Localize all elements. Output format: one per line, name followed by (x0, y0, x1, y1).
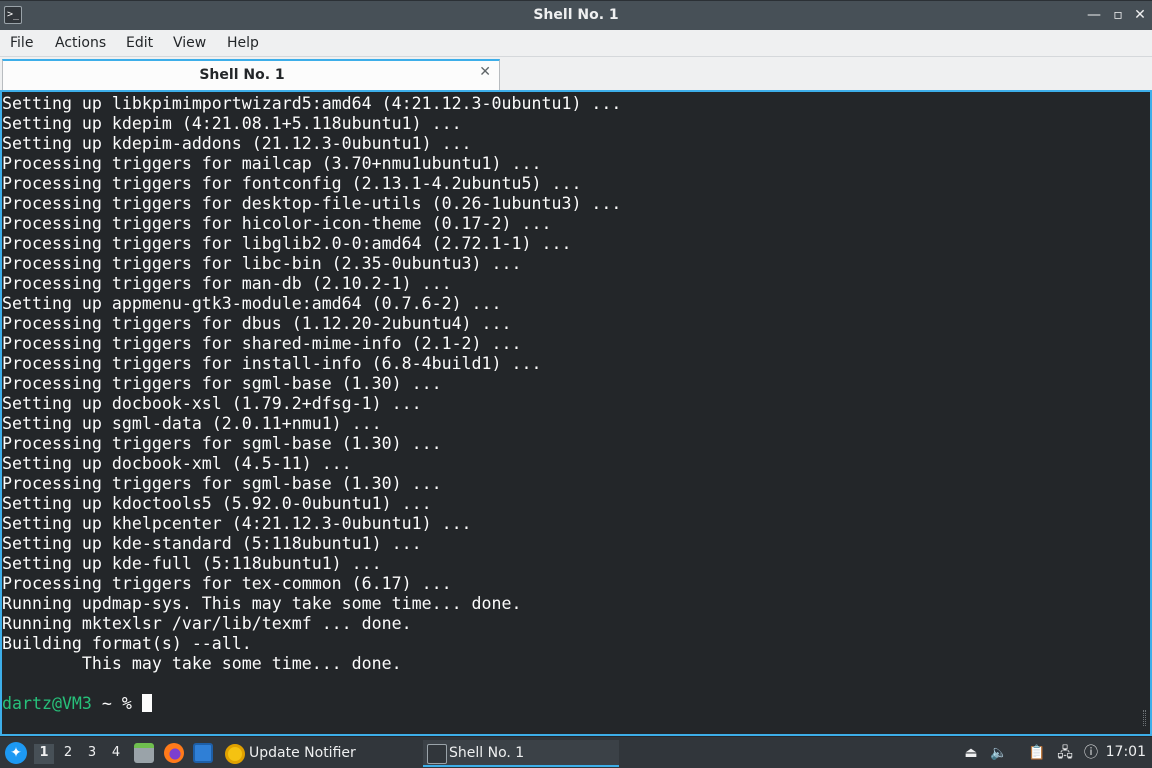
menubar: File Actions Edit View Help (0, 30, 1152, 57)
terminal-line: Processing triggers for man-db (2.10.2-1… (2, 274, 452, 293)
window-titlebar[interactable]: >_ Shell No. 1 — ▫ ✕ (0, 0, 1152, 30)
clipboard-icon[interactable]: 📋 (1028, 744, 1046, 762)
taskbar: ✦ 1 2 3 4 Update Notifier Shell No. 1 ⏏ … (0, 736, 1152, 768)
tab-shell-1[interactable]: Shell No. 1 ✕ (2, 59, 500, 90)
menu-edit[interactable]: Edit (126, 35, 153, 51)
terminal-line: Setting up docbook-xsl (1.79.2+dfsg-1) .… (2, 394, 422, 413)
terminal-line: Setting up sgml-data (2.0.11+nmu1) ... (2, 414, 382, 433)
clock[interactable]: 17:01 (1106, 744, 1146, 760)
terminal-line: Processing triggers for dbus (1.12.20-2u… (2, 314, 512, 333)
desktop-4[interactable]: 4 (106, 744, 126, 764)
desktop-icon[interactable] (193, 743, 213, 763)
terminal-prompt[interactable]: dartz@VM3 ~ % (2, 694, 1138, 714)
prompt-user-host: dartz@VM3 (2, 694, 92, 713)
tab-label: Shell No. 1 (199, 67, 285, 83)
terminal-line: Running mktexlsr /var/lib/texmf ... done… (2, 614, 412, 633)
terminal-line: Setting up kdoctools5 (5.92.0-0ubuntu1) … (2, 494, 432, 513)
terminal-line: Setting up kdepim-addons (21.12.3-0ubunt… (2, 134, 472, 153)
terminal-line: Processing triggers for libglib2.0-0:amd… (2, 234, 572, 253)
volume-icon[interactable]: 🔈 (990, 744, 1008, 762)
terminal-line: Setting up docbook-xml (4.5-11) ... (2, 454, 352, 473)
terminal-line: Setting up libkpimimportwizard5:amd64 (4… (2, 94, 622, 113)
task-shell-no-1[interactable]: Shell No. 1 (423, 740, 619, 767)
notification-icon[interactable]: ⓘ (1082, 744, 1100, 762)
terminal-line: This may take some time... done. (2, 654, 402, 673)
menu-view[interactable]: View (173, 35, 206, 51)
terminal-output: Setting up libkpimimportwizard5:amd64 (4… (2, 94, 1138, 714)
terminal-line: Running updmap-sys. This may take some t… (2, 594, 522, 613)
prompt-path: ~ % (91, 694, 142, 713)
terminal-line: Processing triggers for desktop-file-uti… (2, 194, 622, 213)
terminal-line: Processing triggers for fontconfig (2.13… (2, 174, 582, 193)
menu-file[interactable]: File (10, 35, 33, 51)
minimize-button[interactable]: — (1084, 5, 1104, 25)
task-label: Shell No. 1 (449, 745, 525, 761)
terminal-line: Processing triggers for sgml-base (1.30)… (2, 374, 442, 393)
tab-bar: Shell No. 1 ✕ (0, 57, 1152, 90)
text-cursor (141, 694, 152, 712)
desktop-1[interactable]: 1 (34, 744, 54, 764)
start-menu-icon[interactable]: ✦ (5, 742, 27, 764)
eject-icon[interactable]: ⏏ (962, 744, 980, 762)
terminal-line: Setting up kde-full (5:118ubuntu1) ... (2, 554, 382, 573)
window-title: Shell No. 1 (533, 7, 619, 23)
close-button[interactable]: ✕ (1130, 5, 1150, 25)
restore-button[interactable]: ▫ (1108, 5, 1128, 25)
menu-help[interactable]: Help (227, 35, 259, 51)
desktop-2[interactable]: 2 (58, 744, 78, 764)
task-label: Update Notifier (249, 745, 356, 761)
firefox-icon[interactable] (164, 743, 184, 763)
task-update-notifier[interactable]: Update Notifier (225, 740, 415, 767)
scroll-grip-icon[interactable] (1143, 710, 1146, 726)
terminal-line: Processing triggers for libc-bin (2.35-0… (2, 254, 522, 273)
terminal-line: Processing triggers for shared-mime-info… (2, 334, 522, 353)
terminal-line: Processing triggers for mailcap (3.70+nm… (2, 154, 542, 173)
terminal-line: Processing triggers for hicolor-icon-the… (2, 214, 552, 233)
terminal-line: Processing triggers for tex-common (6.17… (2, 574, 452, 593)
file-manager-icon[interactable] (134, 743, 154, 763)
terminal-line: Setting up kdepim (4:21.08.1+5.118ubuntu… (2, 114, 462, 133)
update-notifier-icon (225, 744, 245, 764)
terminal-line: Building format(s) --all. (2, 634, 252, 653)
terminal-line: Processing triggers for sgml-base (1.30)… (2, 474, 442, 493)
terminal-line: Setting up khelpcenter (4:21.12.3-0ubunt… (2, 514, 472, 533)
desktop-3[interactable]: 3 (82, 744, 102, 764)
terminal-view[interactable]: Setting up libkpimimportwizard5:amd64 (4… (0, 90, 1152, 736)
tab-close-icon[interactable]: ✕ (479, 64, 491, 80)
terminal-line: Processing triggers for sgml-base (1.30)… (2, 434, 442, 453)
menu-actions[interactable]: Actions (55, 35, 106, 51)
terminal-line: Setting up appmenu-gtk3-module:amd64 (0.… (2, 294, 502, 313)
terminal-icon (427, 744, 447, 764)
terminal-line: Setting up kde-standard (5:118ubuntu1) .… (2, 534, 422, 553)
terminal-line: Processing triggers for install-info (6.… (2, 354, 542, 373)
network-icon[interactable]: 🖧 (1056, 744, 1074, 762)
